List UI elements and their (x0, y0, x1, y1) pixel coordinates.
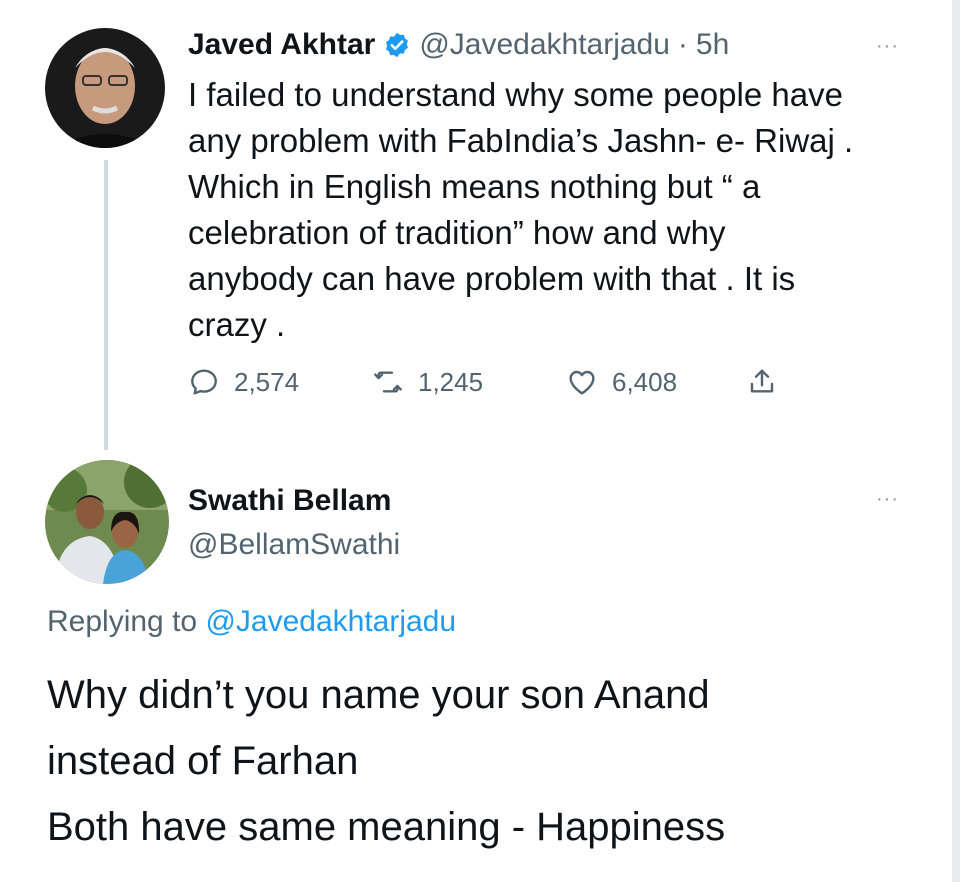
tweet-timestamp[interactable]: 5h (696, 28, 729, 62)
avatar-swathi-bellam[interactable] (45, 460, 169, 584)
tweet-header: Javed Akhtar @Javedakhtarjadu · 5h (188, 28, 729, 62)
reply-count: 2,574 (234, 366, 300, 397)
heart-icon (569, 370, 595, 395)
share-button[interactable] (746, 366, 778, 398)
dot-separator: · (677, 28, 688, 61)
more-options-icon[interactable]: ··· (876, 35, 899, 58)
retweet-icon (374, 371, 402, 393)
replying-to-line: Replying to @Javedakhtarjadu (47, 605, 456, 639)
tweet-body: I failed to understand why some people h… (188, 72, 928, 348)
tweet-text-line: any problem with FabIndia’s Jashn- e- Ri… (188, 122, 854, 159)
replying-to-label: Replying to (47, 605, 198, 638)
reply-author-handle[interactable]: @BellamSwathi (188, 528, 400, 562)
share-icon (750, 369, 774, 393)
right-edge-border (952, 0, 960, 882)
author-name[interactable]: Javed Akhtar (188, 28, 375, 62)
tweet-text-line: anybody can have problem with that . It … (188, 260, 796, 297)
replying-to-handle-link[interactable]: @Javedakhtarjadu (205, 605, 456, 638)
verified-badge-icon (383, 31, 411, 59)
retweet-button[interactable]: 1,245 (372, 366, 483, 398)
retweet-count: 1,245 (418, 366, 484, 397)
reply-icon (191, 369, 217, 395)
like-count: 6,408 (612, 366, 678, 397)
thread-connector-line (104, 160, 108, 450)
reply-author-name[interactable]: Swathi Bellam (188, 484, 391, 518)
like-button[interactable]: 6,408 (566, 366, 677, 398)
reply-text-line: instead of Farhan (47, 739, 359, 783)
tweet-text-line: celebration of tradition” how and why (188, 214, 726, 251)
reply-body: Why didn’t you name your son Anand inste… (47, 662, 927, 860)
reply-button[interactable]: 2,574 (188, 366, 299, 398)
tweet-text-line: I failed to understand why some people h… (188, 76, 843, 113)
avatar-javed-akhtar[interactable] (45, 28, 165, 148)
reply-text-line: Both have same meaning - Happiness (47, 805, 726, 849)
tweet-text-line: crazy . (188, 306, 286, 343)
author-handle[interactable]: @Javedakhtarjadu (419, 28, 670, 62)
reply-text-line: Why didn’t you name your son Anand (47, 673, 710, 717)
reply-more-options-icon[interactable]: ··· (876, 488, 899, 511)
tweet-text-line: Which in English means nothing but “ a (188, 168, 761, 205)
